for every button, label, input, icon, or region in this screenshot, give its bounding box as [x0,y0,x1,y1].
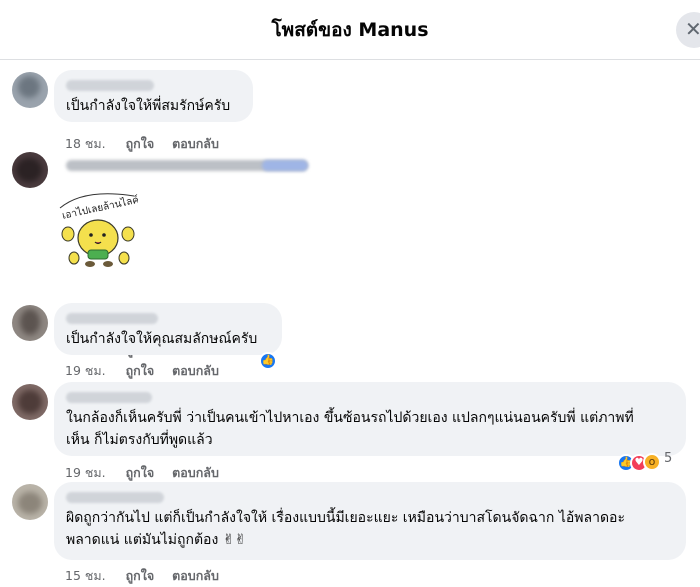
comment-time[interactable]: 18 ชม. [65,134,106,154]
author-name-blurred[interactable] [66,80,154,91]
comment-time[interactable]: 15 ชม. [65,566,106,586]
comment-list[interactable]: เป็นกำลังใจให้พี่สมรักษ์ครับ 18 ชม. ถูกใจ… [0,60,700,587]
reaction-count: 5 [664,451,673,466]
reply-button[interactable]: ตอบกลับ [172,463,219,483]
comment-text-line: พลาดแน่ แต่มันไม่ถูกต้อง ✌✌ [66,532,247,548]
author-tag-blurred[interactable] [262,160,308,171]
sticker-text: เอาไปเลยล้านไลค์ [61,194,138,222]
comment-time[interactable]: 19 ชม. [65,463,106,483]
avatar[interactable] [12,152,48,188]
reaction-badge[interactable]: 👍 ♥ o 5 [617,450,672,472]
comment-text: เป็นกำลังใจให้คุณสมลักษณ์ครับ [66,331,258,347]
author-name-blurred[interactable] [66,392,152,403]
comment-time[interactable]: 19 ชม. [65,361,106,381]
author-name-blurred[interactable] [66,492,164,503]
like-button[interactable]: ถูกใจ [126,134,155,154]
comment-actions: 19 ชม. ถูกใจ ตอบกลับ [65,463,219,483]
like-button[interactable]: ถูกใจ [126,566,155,586]
comment-bubble: ผิดถูกว่ากันไป แต่ก็เป็นกำลังใจให้ เรื่อ… [54,482,686,560]
comment-text: เป็นกำลังใจให้พี่สมรักษ์ครับ [66,98,231,114]
comment-actions: 19 ชม. ถูกใจ ตอบกลับ [65,361,219,381]
dialog-header: โพสต์ของ Manus ✕ [0,0,700,60]
wow-reaction-icon: o [643,453,661,471]
comment-bubble: เป็นกำลังใจให้พี่สมรักษ์ครับ [54,70,253,122]
like-reaction-icon: 👍 [259,352,277,370]
avatar[interactable] [12,484,48,520]
comment-text-line: ในกล้องก็เห็นครับพี่ ว่าเป็นคนเข้าไปหาเอ… [66,410,634,426]
comment-text-line: เห็น ก็ไม่ตรงกับที่พูดแล้ว [66,432,213,448]
reaction-badge[interactable]: 👍 [259,348,277,370]
sticker-chick-icon: เอาไปเลยล้านไลค์ [59,193,138,267]
author-name-blurred[interactable] [66,313,158,324]
reply-button[interactable]: ตอบกลับ [172,361,219,381]
like-button[interactable]: ถูกใจ [126,463,155,483]
dialog-title: โพสต์ของ Manus [271,19,429,41]
comment-bubble: เป็นกำลังใจให้คุณสมลักษณ์ครับ [54,303,282,355]
comment-bubble: ในกล้องก็เห็นครับพี่ ว่าเป็นคนเข้าไปหาเอ… [54,382,686,456]
reply-button[interactable]: ตอบกลับ [172,134,219,154]
comment-text-line: ผิดถูกว่ากันไป แต่ก็เป็นกำลังใจให้ เรื่อ… [66,510,625,526]
like-button[interactable]: ถูกใจ [126,361,155,381]
reply-button[interactable]: ตอบกลับ [172,566,219,586]
avatar[interactable] [12,384,48,420]
avatar[interactable] [12,72,48,108]
comment-actions: 18 ชม. ถูกใจ ตอบกลับ [65,134,219,154]
close-icon: ✕ [685,17,700,41]
comment-actions: 15 ชม. ถูกใจ ตอบกลับ [65,566,219,586]
avatar[interactable] [12,305,48,341]
